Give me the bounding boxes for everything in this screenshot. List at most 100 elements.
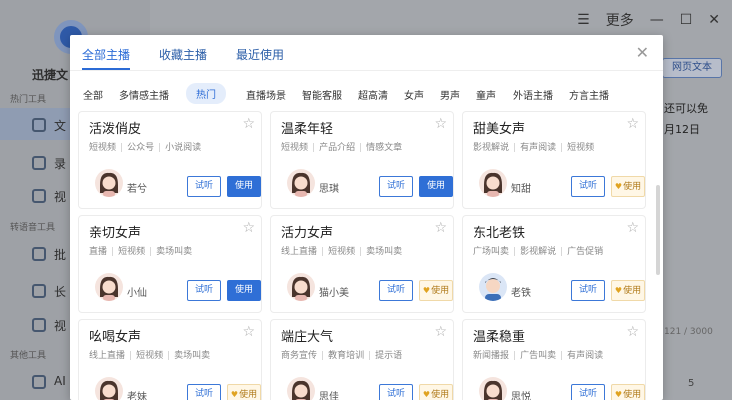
vip-icon: ♥: [614, 182, 623, 191]
star-icon[interactable]: ☆: [242, 324, 255, 340]
menu-icon[interactable]: ☰: [577, 12, 590, 28]
listen-button[interactable]: 试听: [571, 280, 605, 301]
sidebar-item-5[interactable]: 视: [54, 317, 66, 334]
listen-button[interactable]: 试听: [571, 384, 605, 400]
use-button[interactable]: ♥使用: [419, 384, 453, 400]
star-icon[interactable]: ☆: [626, 220, 639, 236]
tag: 商务宣传: [281, 351, 318, 361]
anchor-card[interactable]: 活泼俏皮 ☆ 短视频 | 公众号 | 小说阅读 若兮 试听 使用: [78, 111, 262, 209]
tag-separator: |: [359, 143, 363, 153]
vip-icon: ♥: [422, 390, 431, 399]
use-label: 使用: [623, 182, 642, 192]
tab-recent[interactable]: 最近使用: [236, 46, 284, 63]
scrollbar[interactable]: [656, 185, 660, 275]
avatar: [479, 273, 507, 301]
tag-separator: |: [129, 351, 133, 361]
filter-live[interactable]: 直播场景: [246, 87, 286, 102]
listen-button[interactable]: 试听: [379, 384, 413, 400]
voice-name: 小仙: [127, 288, 147, 299]
tag: 有声阅读: [520, 143, 557, 153]
tab-all-anchors[interactable]: 全部主播: [82, 46, 130, 63]
star-icon[interactable]: ☆: [242, 220, 255, 236]
close-icon[interactable]: ✕: [636, 43, 649, 62]
sidebar-item-3[interactable]: 批: [54, 246, 66, 263]
tag-list: 广场叫卖 | 影视解说 | 广告促销: [473, 244, 603, 257]
sidebar-item-4[interactable]: 长: [54, 283, 66, 300]
window-close-icon[interactable]: ✕: [708, 12, 720, 28]
star-icon[interactable]: ☆: [434, 324, 447, 340]
star-icon[interactable]: ☆: [434, 220, 447, 236]
tag-separator: |: [560, 247, 564, 257]
tag: 影视解说: [520, 247, 557, 257]
filter-hd[interactable]: 超高清: [358, 87, 388, 102]
star-icon[interactable]: ☆: [434, 116, 447, 132]
anchor-name: 活泼俏皮: [89, 122, 142, 137]
tag-list: 新闻播报 | 广告叫卖 | 有声阅读: [473, 348, 603, 361]
use-button[interactable]: ♥使用: [611, 176, 645, 197]
filter-foreign[interactable]: 外语主播: [513, 87, 553, 102]
star-icon[interactable]: ☆: [626, 324, 639, 340]
filter-male[interactable]: 男声: [440, 87, 460, 102]
anchor-card[interactable]: 吆喝女声 ☆ 线上直播 | 短视频 | 卖场叫卖 老妹 试听 ♥使用: [78, 319, 262, 400]
listen-button[interactable]: 试听: [187, 280, 221, 301]
star-icon[interactable]: ☆: [242, 116, 255, 132]
use-button[interactable]: ♥使用: [611, 384, 645, 400]
background-text-2: 月12日: [664, 123, 700, 136]
listen-button[interactable]: 试听: [571, 176, 605, 197]
anchor-card[interactable]: 端庄大气 ☆ 商务宣传 | 教育培训 | 提示语 思佳 试听 ♥使用: [270, 319, 454, 400]
use-button[interactable]: 使用: [227, 176, 261, 197]
vip-icon: ♥: [614, 286, 623, 295]
anchor-name: 温柔稳重: [473, 330, 526, 345]
anchor-name: 温柔年轻: [281, 122, 334, 137]
anchor-card[interactable]: 温柔年轻 ☆ 短视频 | 产品介绍 | 情感文章 思琪 试听 使用: [270, 111, 454, 209]
sidebar-item-2[interactable]: 视: [54, 188, 66, 205]
use-button[interactable]: 使用: [227, 280, 261, 301]
use-button[interactable]: 使用: [419, 176, 453, 197]
voice-name: 思悦: [511, 392, 531, 400]
long-tool-icon: [32, 284, 46, 298]
filter-dialect[interactable]: 方言主播: [569, 87, 609, 102]
tag-list: 线上直播 | 短视频 | 卖场叫卖: [89, 348, 210, 361]
listen-button[interactable]: 试听: [187, 384, 221, 400]
tab-favorite-anchors[interactable]: 收藏主播: [159, 46, 207, 63]
use-button[interactable]: ♥使用: [227, 384, 261, 400]
voice-name: 老妹: [127, 392, 147, 400]
anchor-card[interactable]: 东北老铁 ☆ 广场叫卖 | 影视解说 | 广告促销 老铁 试听 ♥使用: [462, 215, 646, 313]
tag: 卖场叫卖: [174, 351, 211, 361]
voice-name: 老铁: [511, 288, 531, 299]
listen-button[interactable]: 试听: [379, 176, 413, 197]
anchor-card[interactable]: 甜美女声 ☆ 影视解说 | 有声阅读 | 短视频 知甜 试听 ♥使用: [462, 111, 646, 209]
anchor-card[interactable]: 温柔稳重 ☆ 新闻播报 | 广告叫卖 | 有声阅读思悦 试听 ♥使用: [462, 319, 646, 400]
anchor-card[interactable]: 活力女声 ☆ 线上直播 | 短视频 | 卖场叫卖 猫小美 试听 ♥使用: [270, 215, 454, 313]
sidebar-item-6[interactable]: AI: [54, 374, 66, 388]
page-number: 5: [688, 378, 695, 389]
web-text-button[interactable]: 网页文本: [662, 58, 722, 78]
tag-separator: |: [312, 143, 316, 153]
tag: 公众号: [127, 143, 155, 153]
use-button[interactable]: ♥使用: [611, 280, 645, 301]
sidebar-item-0[interactable]: 文: [54, 117, 66, 134]
listen-button[interactable]: 试听: [379, 280, 413, 301]
sidebar-item-1[interactable]: 录: [54, 155, 66, 172]
voice-name: 思佳: [319, 392, 339, 400]
anchor-card[interactable]: 亲切女声 ☆ 直播 | 短视频 | 卖场叫卖 小仙 试听 使用: [78, 215, 262, 313]
tag: 直播: [89, 247, 108, 257]
more-label[interactable]: 更多: [606, 10, 634, 30]
filter-service[interactable]: 智能客服: [302, 87, 342, 102]
section-other-tools: 其他工具: [10, 351, 47, 361]
tag: 短视频: [281, 143, 309, 153]
filter-female[interactable]: 女声: [404, 87, 424, 102]
minimize-icon[interactable]: —: [650, 12, 664, 28]
avatar: [287, 273, 315, 301]
star-icon[interactable]: ☆: [626, 116, 639, 132]
filter-multi-emotion[interactable]: 多情感主播: [119, 87, 169, 102]
use-button[interactable]: ♥使用: [419, 280, 453, 301]
filter-child[interactable]: 童声: [476, 87, 496, 102]
voice-name: 猫小美: [319, 288, 349, 299]
tag-separator: |: [513, 143, 517, 153]
listen-button[interactable]: 试听: [187, 176, 221, 197]
filter-hot[interactable]: 热门: [186, 83, 226, 104]
maximize-icon[interactable]: ☐: [680, 12, 693, 28]
tag: 卖场叫卖: [366, 247, 403, 257]
filter-all[interactable]: 全部: [83, 87, 103, 102]
